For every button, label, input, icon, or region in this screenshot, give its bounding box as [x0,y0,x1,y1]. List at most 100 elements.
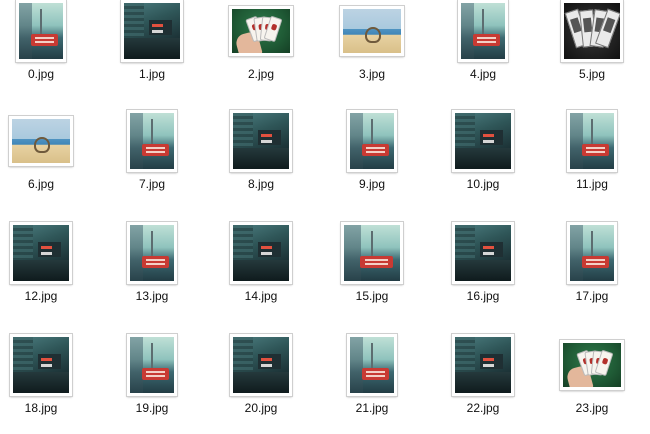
file-name-label[interactable]: 2.jpg [211,67,311,81]
file-name-label[interactable]: 1.jpg [102,67,202,81]
file-item[interactable]: 1.jpg [102,0,202,100]
file-thumbnail[interactable] [561,0,623,62]
file-item[interactable]: 19.jpg [102,334,202,434]
file-name-label[interactable]: 3.jpg [322,67,422,81]
file-item[interactable]: 13.jpg [102,222,202,322]
thumbnail-wrapper [211,110,311,172]
file-item[interactable]: 23.jpg [542,334,642,434]
thumbnail-image [563,343,621,387]
file-item[interactable]: 22.jpg [433,334,533,434]
file-name-label[interactable]: 5.jpg [542,67,642,81]
thumbnail-wrapper [433,110,533,172]
file-item[interactable]: 11.jpg [542,110,642,210]
file-thumbnail[interactable] [340,6,404,56]
file-thumbnail[interactable] [230,334,292,396]
file-thumbnail[interactable] [127,334,177,396]
file-item[interactable]: 4.jpg [433,0,533,100]
thumbnail-wrapper [211,0,311,62]
file-name-label[interactable]: 17.jpg [542,289,642,303]
thumbnail-image [461,3,505,59]
thumbnail-image [564,3,620,59]
thumbnail-wrapper [542,222,642,284]
file-name-label[interactable]: 20.jpg [211,401,311,415]
file-name-label[interactable]: 16.jpg [433,289,533,303]
thumbnail-image [350,337,394,393]
file-name-label[interactable]: 13.jpg [102,289,202,303]
file-thumbnail[interactable] [230,222,292,284]
file-name-label[interactable]: 19.jpg [102,401,202,415]
file-thumbnail[interactable] [452,222,514,284]
thumbnail-image [130,225,174,281]
thumbnail-wrapper [102,222,202,284]
file-item[interactable]: 20.jpg [211,334,311,434]
thumbnail-wrapper [211,334,311,396]
thumbnail-wrapper [322,222,422,284]
file-thumbnail[interactable] [121,0,183,62]
thumbnail-image [344,225,400,281]
thumbnail-image [12,119,70,163]
file-item[interactable]: 12.jpg [0,222,91,322]
file-item[interactable]: 2.jpg [211,0,311,100]
file-thumbnail[interactable] [127,222,177,284]
file-name-label[interactable]: 8.jpg [211,177,311,191]
file-name-label[interactable]: 7.jpg [102,177,202,191]
file-thumbnail[interactable] [347,110,397,172]
file-name-label[interactable]: 9.jpg [322,177,422,191]
file-thumbnail[interactable] [127,110,177,172]
file-thumbnail[interactable] [452,334,514,396]
file-name-label[interactable]: 22.jpg [433,401,533,415]
thumbnail-image [19,3,63,59]
file-thumbnail[interactable] [16,0,66,62]
file-item[interactable]: 21.jpg [322,334,422,434]
file-item[interactable]: 17.jpg [542,222,642,322]
file-thumbnail[interactable] [458,0,508,62]
file-name-label[interactable]: 12.jpg [0,289,91,303]
thumbnail-wrapper [211,222,311,284]
file-thumbnail[interactable] [10,334,72,396]
thumbnail-image [570,225,614,281]
file-item[interactable]: 7.jpg [102,110,202,210]
file-name-label[interactable]: 18.jpg [0,401,91,415]
file-name-label[interactable]: 10.jpg [433,177,533,191]
file-item[interactable]: 9.jpg [322,110,422,210]
thumbnail-wrapper [542,334,642,396]
file-name-label[interactable]: 11.jpg [542,177,642,191]
file-name-label[interactable]: 15.jpg [322,289,422,303]
thumbnail-image [232,9,290,53]
file-item[interactable]: 6.jpg [0,110,91,210]
file-thumbnail[interactable] [10,222,72,284]
file-item[interactable]: 3.jpg [322,0,422,100]
thumbnail-wrapper [322,0,422,62]
thumbnail-image [130,113,174,169]
file-item[interactable]: 16.jpg [433,222,533,322]
file-item[interactable]: 18.jpg [0,334,91,434]
file-thumbnail[interactable] [229,6,293,56]
file-item[interactable]: 15.jpg [322,222,422,322]
file-icon-grid: 0.jpg 1.jpg 2.jpg 3.jpg 4.jpg 5.jpg 6.jpg 7.jpg… [0,0,650,426]
file-thumbnail[interactable] [560,340,624,390]
file-thumbnail[interactable] [230,110,292,172]
file-item[interactable]: 8.jpg [211,110,311,210]
file-thumbnail[interactable] [567,110,617,172]
file-name-label[interactable]: 23.jpg [542,401,642,415]
file-thumbnail[interactable] [9,116,73,166]
file-name-label[interactable]: 0.jpg [0,67,91,81]
file-item[interactable]: 0.jpg [0,0,91,100]
file-item[interactable]: 10.jpg [433,110,533,210]
file-thumbnail[interactable] [452,110,514,172]
thumbnail-image [350,113,394,169]
file-name-label[interactable]: 14.jpg [211,289,311,303]
file-name-label[interactable]: 6.jpg [0,177,91,191]
file-thumbnail[interactable] [341,222,403,284]
thumbnail-wrapper [102,110,202,172]
thumbnail-wrapper [322,110,422,172]
file-name-label[interactable]: 4.jpg [433,67,533,81]
file-item[interactable]: 14.jpg [211,222,311,322]
thumbnail-wrapper [433,334,533,396]
file-name-label[interactable]: 21.jpg [322,401,422,415]
thumbnail-wrapper [322,334,422,396]
file-thumbnail[interactable] [347,334,397,396]
file-item[interactable]: 5.jpg [542,0,642,100]
thumbnail-wrapper [0,0,91,62]
file-thumbnail[interactable] [567,222,617,284]
